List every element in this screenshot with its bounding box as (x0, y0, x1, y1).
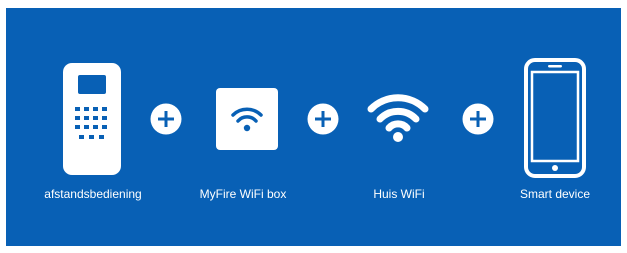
plus-circle-icon (307, 103, 339, 135)
step-label-smart-device: Smart device (519, 187, 591, 201)
plus-circle-icon (462, 103, 494, 135)
step-label-home-wifi: Huis WiFi (373, 187, 425, 201)
step-label-wifi-box: MyFire WiFi box (199, 187, 287, 201)
diagram-panel: afstandsbediening MyFire WiFi box Huis W… (6, 8, 621, 246)
wifi-box-icon (216, 88, 278, 150)
wifi-icon (367, 94, 429, 142)
step-label-remote: afstandsbediening (44, 187, 142, 201)
remote-control-icon (63, 63, 121, 175)
plus-circle-icon (150, 103, 182, 135)
smartphone-icon (524, 58, 586, 178)
